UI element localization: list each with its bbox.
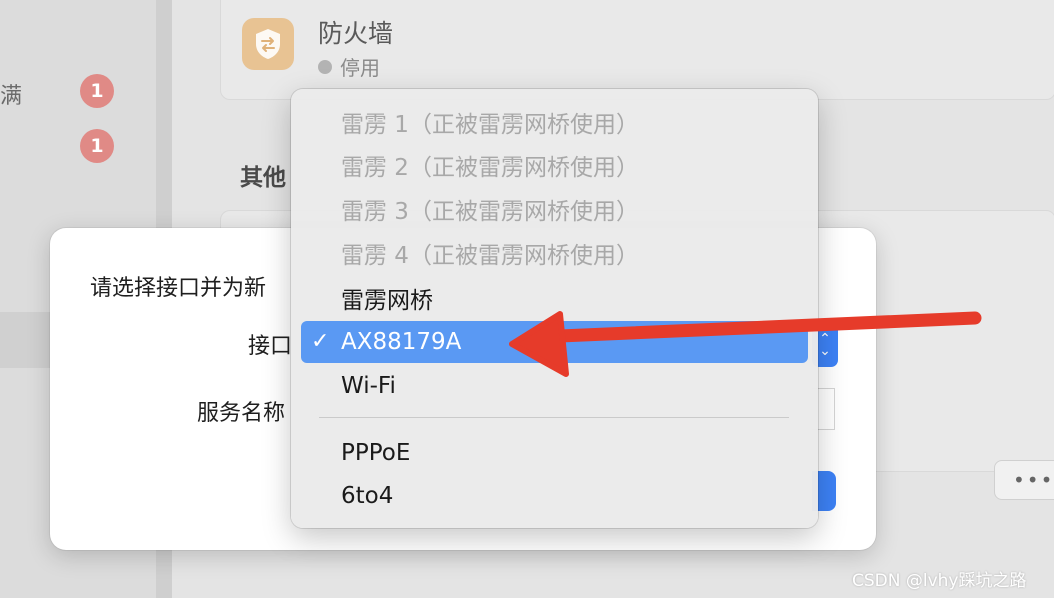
status-dot-icon xyxy=(318,59,332,74)
interface-label: 接口 xyxy=(248,334,293,359)
firewall-shield-icon xyxy=(242,18,294,70)
service-name-label: 服务名称 xyxy=(197,401,286,426)
menu-item-thunderbolt-1: 雷雳 1（正被雷雳网桥使用） xyxy=(341,112,639,138)
menu-item-pppoe[interactable]: PPPoE xyxy=(301,432,808,474)
watermark: CSDN @lvhy踩坑之路 xyxy=(852,571,1027,591)
menu-item-thunderbolt-3: 雷雳 3（正被雷雳网桥使用） xyxy=(341,199,639,225)
checkmark-icon: ✓ xyxy=(311,329,330,354)
menu-item-ax88179a[interactable]: ✓ AX88179A xyxy=(301,321,808,363)
menu-separator xyxy=(319,417,789,418)
sidebar-item-label: 满 xyxy=(0,84,23,109)
menu-item-wifi[interactable]: Wi-Fi xyxy=(301,365,808,407)
interface-popup-menu: 雷雳 1（正被雷雳网桥使用） 雷雳 2（正被雷雳网桥使用） 雷雳 3（正被雷雳网… xyxy=(291,89,818,528)
menu-item-thunderbolt-bridge[interactable]: 雷雳网桥 xyxy=(301,277,808,319)
notification-badge: 1 xyxy=(80,74,114,108)
notification-badge: 1 xyxy=(80,129,114,163)
menu-item-thunderbolt-2: 雷雳 2（正被雷雳网桥使用） xyxy=(341,155,639,181)
section-heading: 其他 xyxy=(240,165,286,191)
dialog-prompt: 请选择接口并为新 xyxy=(90,276,267,301)
firewall-status: 停用 xyxy=(318,52,380,81)
menu-item-6to4[interactable]: 6to4 xyxy=(301,475,808,517)
menu-item-thunderbolt-4: 雷雳 4（正被雷雳网桥使用） xyxy=(341,243,639,269)
firewall-title: 防火墙 xyxy=(318,19,394,48)
chevron-down-icon: ⌄ xyxy=(819,343,831,359)
firewall-status-text: 停用 xyxy=(340,56,380,80)
more-actions-button[interactable]: ••• xyxy=(994,460,1054,500)
